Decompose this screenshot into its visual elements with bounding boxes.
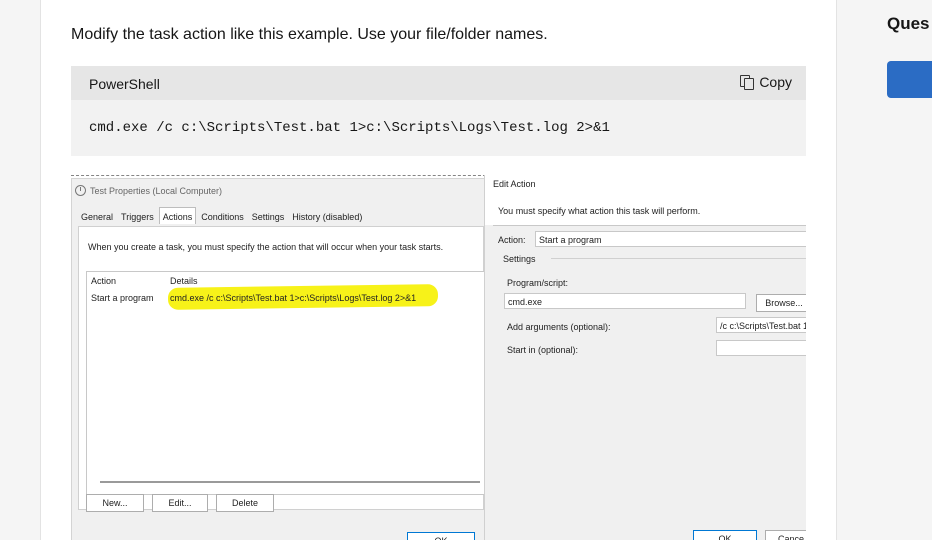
divider: [493, 225, 806, 226]
action-label: Action:: [498, 235, 526, 245]
tab-settings[interactable]: Settings: [249, 210, 288, 224]
copy-label: Copy: [759, 74, 792, 90]
tab-actions[interactable]: Actions: [158, 207, 197, 224]
sidebar-action-button[interactable]: [887, 61, 932, 98]
tab-history[interactable]: History (disabled): [289, 210, 365, 224]
edit-ok-button[interactable]: OK: [693, 530, 757, 540]
dialog-description: You must specify what action this task w…: [498, 206, 701, 216]
dialog-title: Edit Action: [493, 179, 536, 189]
fieldset-border: [551, 258, 806, 259]
action-select[interactable]: Start a program: [535, 231, 806, 247]
start-in-field[interactable]: [716, 340, 806, 356]
arguments-label: Add arguments (optional):: [507, 322, 611, 332]
arguments-field[interactable]: /c c:\Scripts\Test.bat 1: [716, 317, 806, 333]
code-text: cmd.exe /c c:\Scripts\Test.bat 1>c:\Scri…: [89, 120, 610, 136]
clock-icon: [75, 185, 86, 196]
tab-triggers[interactable]: Triggers: [118, 210, 157, 224]
edit-action-dialog: Edit Action You must specify what action…: [484, 175, 806, 540]
actions-panel: When you create a task, you must specify…: [78, 226, 486, 510]
code-language: PowerShell: [89, 76, 160, 92]
tab-conditions[interactable]: Conditions: [198, 210, 247, 224]
sidebar-title: Ques: [887, 14, 930, 33]
edit-cancel-button[interactable]: Cance: [765, 530, 806, 540]
code-header: PowerShell Copy: [71, 66, 806, 100]
task-properties-window: Test Properties (Local Computer) General…: [71, 178, 487, 540]
row-details: cmd.exe /c c:\Scripts\Test.bat 1>c:\Scri…: [170, 293, 417, 303]
delete-button[interactable]: Delete: [216, 494, 274, 512]
program-field[interactable]: cmd.exe: [504, 293, 746, 309]
horizontal-scrollbar[interactable]: [100, 481, 480, 483]
column-details: Details: [170, 276, 198, 286]
start-in-label: Start in (optional):: [507, 345, 579, 355]
column-action: Action: [91, 276, 117, 286]
panel-description: When you create a task, you must specify…: [88, 242, 444, 252]
settings-label: Settings: [503, 254, 536, 264]
browse-button[interactable]: Browse...: [756, 294, 806, 312]
copy-icon: [740, 75, 755, 90]
answer-card: Modify the task action like this example…: [40, 0, 837, 540]
copy-button[interactable]: Copy: [740, 74, 792, 90]
row-action: Start a program: [91, 293, 154, 303]
window-title-text: Test Properties (Local Computer): [90, 185, 223, 196]
new-button[interactable]: New...: [86, 494, 144, 512]
code-block: PowerShell Copy cmd.exe /c c:\Scripts\Te…: [71, 66, 806, 156]
program-label: Program/script:: [507, 278, 569, 288]
tab-bar: General Triggers Actions Conditions Sett…: [78, 207, 367, 224]
window-title: Test Properties (Local Computer): [75, 185, 222, 196]
intro-text: Modify the task action like this example…: [71, 26, 548, 43]
tab-general[interactable]: General: [78, 210, 116, 224]
edit-button[interactable]: Edit...: [152, 494, 208, 512]
screenshot-image: Test Properties (Local Computer) General…: [71, 175, 806, 540]
ok-button[interactable]: OK: [407, 532, 475, 540]
actions-list[interactable]: Action Details Start a program cmd.exe /…: [86, 271, 486, 495]
